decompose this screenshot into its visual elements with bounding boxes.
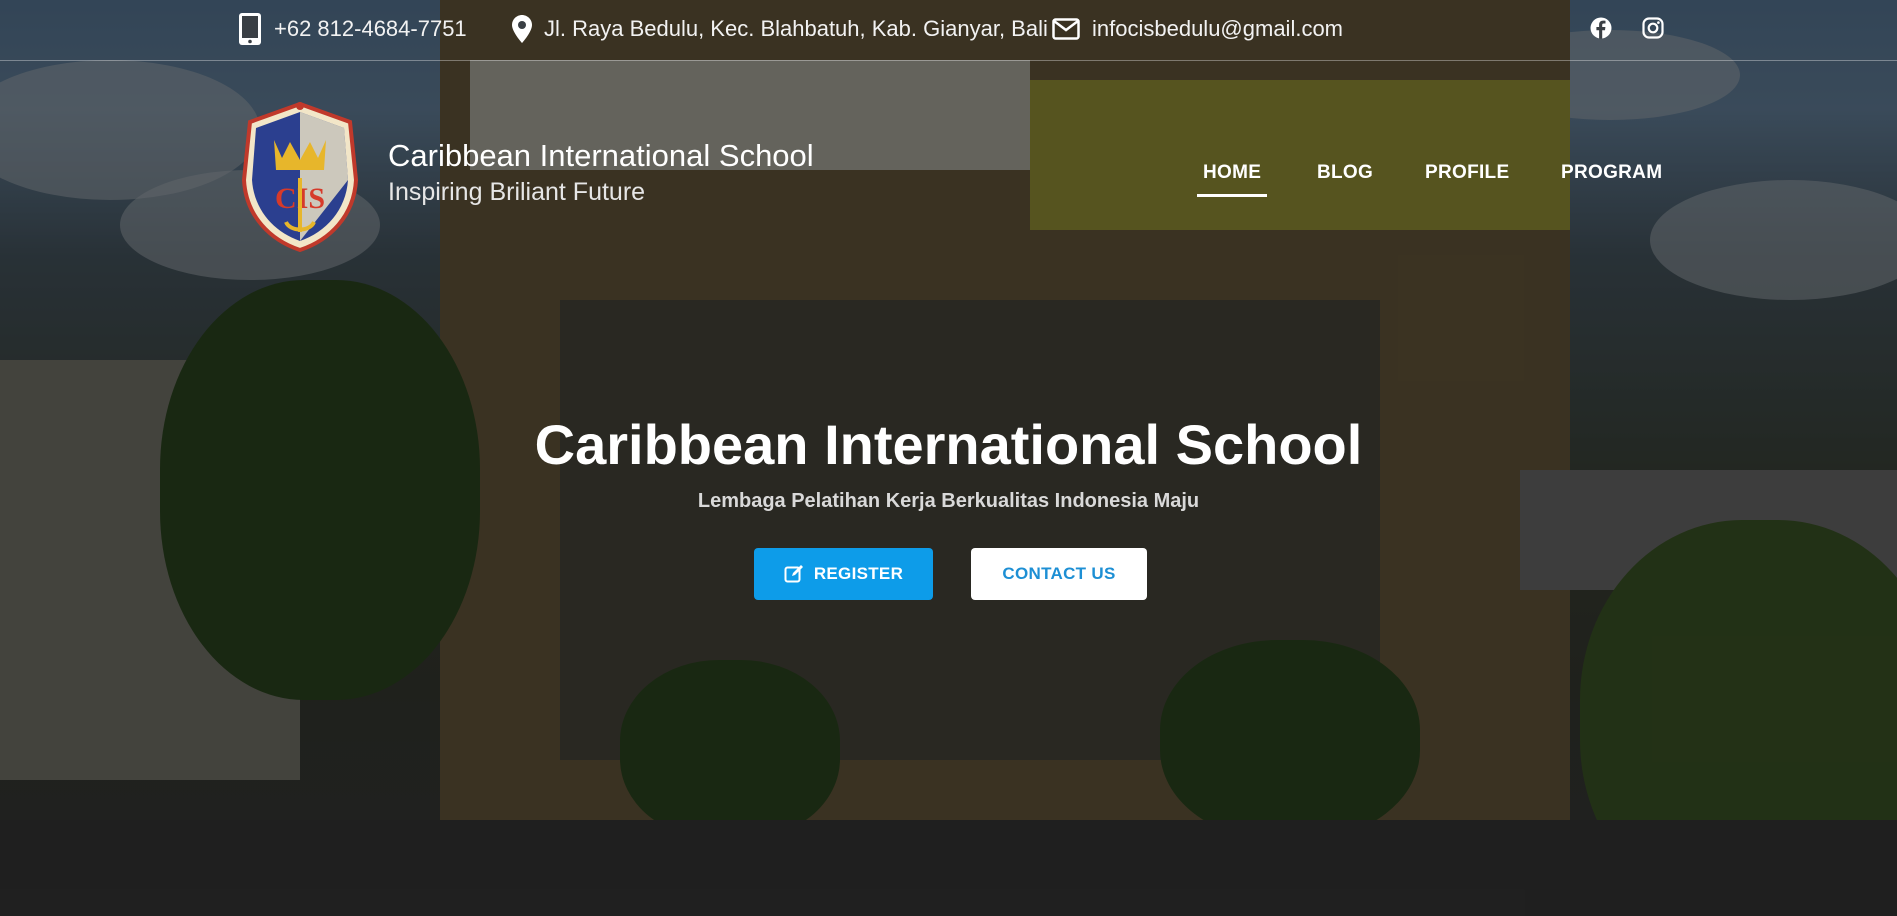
hero-section: +62 812-4684-7751 Jl. Raya Bedulu, Kec. …: [0, 0, 1897, 916]
contact-us-label: CONTACT US: [1002, 564, 1116, 583]
crest-icon: CIS: [241, 101, 359, 253]
instagram-link[interactable]: [1639, 14, 1667, 42]
nav-blog[interactable]: BLOG: [1317, 162, 1373, 184]
instagram-icon: [1642, 17, 1664, 39]
map-pin-icon: [512, 15, 532, 43]
phone-contact[interactable]: +62 812-4684-7751: [238, 0, 467, 58]
school-logo[interactable]: CIS: [238, 100, 362, 253]
email-address: infocisbedulu@gmail.com: [1092, 16, 1344, 41]
address-contact: Jl. Raya Bedulu, Kec. Blahbatuh, Kab. Gi…: [512, 0, 1048, 58]
address-text: Jl. Raya Bedulu, Kec. Blahbatuh, Kab. Gi…: [544, 16, 1048, 41]
mobile-phone-icon: [239, 13, 261, 45]
hero-title: Caribbean International School: [534, 413, 1363, 476]
nav-home[interactable]: HOME: [1196, 162, 1268, 197]
facebook-link[interactable]: [1587, 14, 1615, 42]
hero-subtitle: Lembaga Pelatihan Kerja Berkualitas Indo…: [697, 490, 1200, 512]
email-contact[interactable]: infocisbedulu@gmail.com: [1052, 0, 1343, 58]
nav-program[interactable]: PROGRAM: [1561, 162, 1662, 184]
facebook-icon: [1590, 17, 1612, 39]
contact-us-button[interactable]: CONTACT US: [971, 548, 1147, 600]
brand-title[interactable]: Caribbean International School: [388, 138, 814, 174]
nav-profile[interactable]: PROFILE: [1425, 162, 1509, 184]
register-button[interactable]: REGISTER: [754, 548, 933, 600]
brand-tagline: Inspiring Briliant Future: [388, 178, 646, 206]
register-label: REGISTER: [813, 564, 904, 583]
edit-icon: [784, 565, 803, 583]
top-contact-bar: +62 812-4684-7751 Jl. Raya Bedulu, Kec. …: [0, 0, 1897, 61]
phone-number: +62 812-4684-7751: [274, 16, 467, 41]
envelope-icon: [1052, 18, 1080, 40]
